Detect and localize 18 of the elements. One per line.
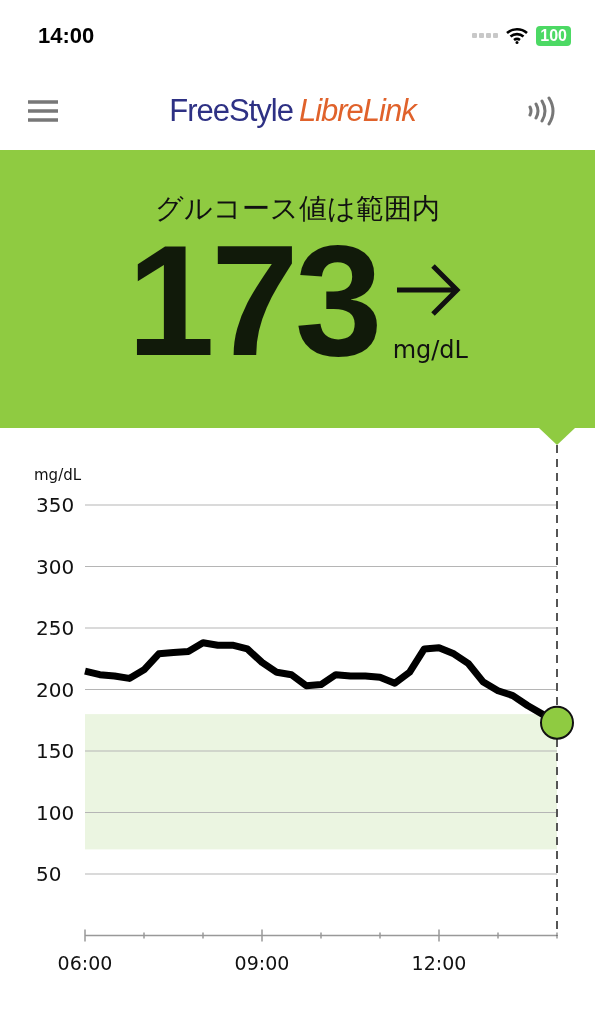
y-tick-label: 300 bbox=[36, 554, 75, 579]
x-tick-label: 12:00 bbox=[411, 951, 467, 974]
glucose-value: 173 bbox=[127, 236, 379, 365]
x-tick-label: 09:00 bbox=[234, 951, 290, 974]
y-tick-label: 150 bbox=[36, 739, 75, 763]
battery-level: 100 bbox=[536, 25, 571, 46]
y-tick-label: 250 bbox=[36, 616, 75, 640]
y-axis-label: mg/dL bbox=[34, 466, 82, 484]
app-logo-text: FreeStyle bbox=[169, 92, 293, 129]
y-tick-label: 350 bbox=[36, 493, 75, 517]
status-time: 14:00 bbox=[38, 22, 95, 49]
unit-label: mg/dL bbox=[392, 336, 468, 365]
range-status: グルコース値は範囲内 bbox=[155, 191, 440, 228]
y-tick-label: 50 bbox=[36, 862, 62, 886]
y-tick-label: 200 bbox=[36, 677, 75, 702]
y-tick-label: 100 bbox=[36, 800, 75, 825]
app-logo-text: LibreLink bbox=[298, 92, 416, 129]
x-tick-label: 06:00 bbox=[57, 951, 113, 974]
